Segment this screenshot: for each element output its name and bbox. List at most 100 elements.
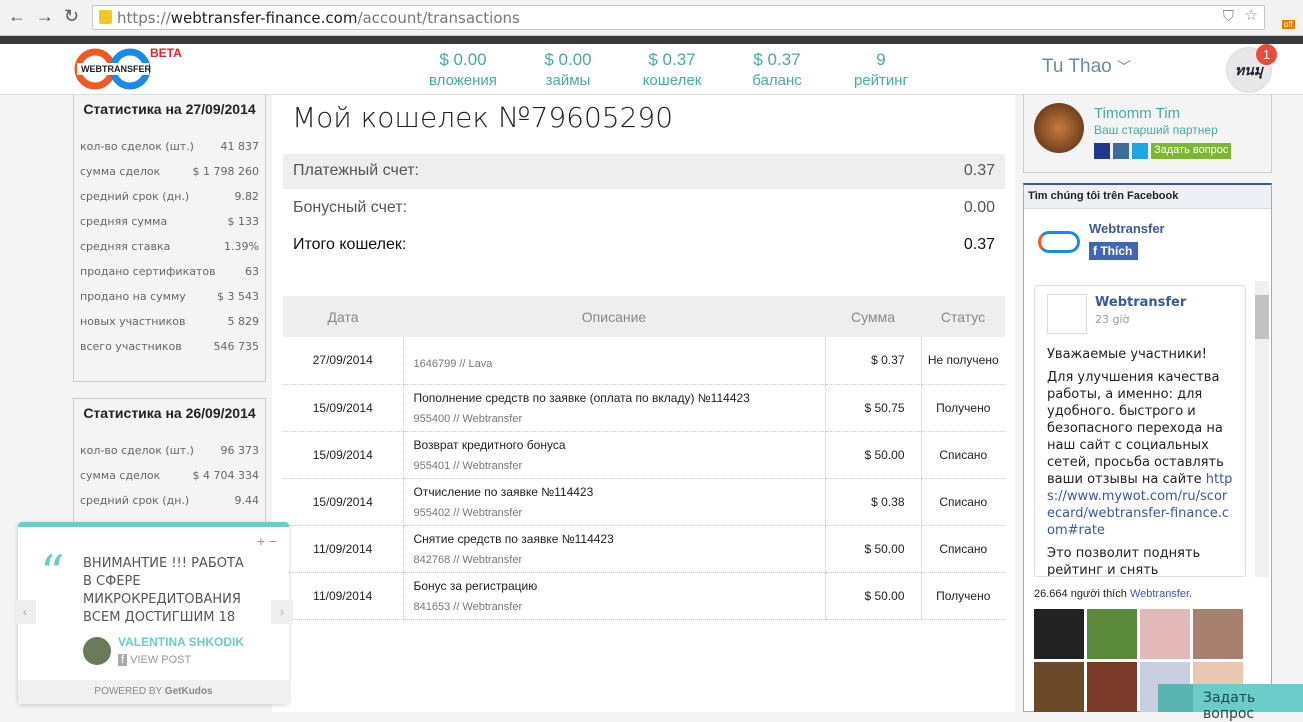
- account-label: Бонусный счет:: [293, 199, 408, 216]
- stat-value: 1.39%: [224, 240, 259, 253]
- stat-value: 546 735: [213, 340, 260, 353]
- user-menu[interactable]: Tu Thao ﹀: [1042, 56, 1131, 78]
- stat-value: $ 0.00: [544, 50, 592, 69]
- fan-avatar[interactable]: [1087, 662, 1137, 712]
- fan-avatar[interactable]: [1034, 662, 1084, 712]
- stat-value: $ 3 543: [217, 290, 259, 303]
- star-icon[interactable]: ☆: [1245, 6, 1258, 24]
- stat-rating[interactable]: 9 рейтинг: [850, 50, 912, 89]
- chevron-down-icon: ﹀: [1117, 59, 1131, 75]
- view-post-label: VIEW POST: [130, 654, 192, 666]
- fan-avatar[interactable]: [1034, 609, 1084, 659]
- partner-name[interactable]: Timomm Tim: [1094, 105, 1180, 122]
- page-logo[interactable]: [1038, 231, 1080, 253]
- row-date: 15/09/2014: [283, 384, 403, 432]
- col-date[interactable]: Дата: [283, 296, 403, 337]
- quote-icon: “: [40, 545, 65, 601]
- stat-label: сумма сделок: [80, 165, 161, 178]
- stat-wallet[interactable]: $ 0.37 кошелек: [637, 50, 707, 89]
- stat-value: 41 837: [220, 140, 260, 153]
- vk-icon[interactable]: [1113, 143, 1129, 159]
- col-status[interactable]: Статус: [921, 296, 1005, 337]
- stat-row: сумма сделок $ 4 704 334: [80, 469, 259, 494]
- next-button[interactable]: ›: [271, 600, 293, 624]
- chat-label: Задать вопрос: [1203, 690, 1256, 722]
- col-sum[interactable]: Сумма: [825, 296, 921, 337]
- stat-row: новых участников 5 829: [80, 315, 259, 340]
- account-label: Платежный счет:: [293, 162, 419, 179]
- stat-row: продано на сумму $ 3 543: [80, 290, 259, 315]
- stat-label: рейтинг: [853, 72, 909, 89]
- widget-resize-icon[interactable]: + −: [257, 533, 277, 549]
- stat-row: сумма сделок $ 1 798 260: [80, 165, 259, 190]
- powered-by[interactable]: POWERED BY GetKudos: [18, 680, 289, 704]
- stat-label: продано на сумму: [80, 290, 186, 303]
- webtransfer-logo[interactable]: WEBTRANSFER: [73, 48, 153, 90]
- address-bar[interactable]: https://webtransfer-finance.com/account/…: [92, 5, 1265, 30]
- stat-row: продано сертификатов 63: [80, 265, 259, 290]
- kudos-widget: + − “ ВНИМАНТИЕ !!! РАБОТА В СФЕРЕ МИКРО…: [14, 522, 293, 704]
- reload-icon[interactable]: ↻: [64, 6, 79, 27]
- back-icon[interactable]: ←: [8, 6, 26, 27]
- stat-label: вложения: [429, 72, 497, 89]
- likes-page-link[interactable]: Webtransfer: [1130, 588, 1189, 600]
- mail-icon[interactable]: [1094, 143, 1110, 159]
- stat-investments[interactable]: $ 0.00 вложения: [428, 50, 498, 89]
- row-status: Списано: [920, 431, 1005, 479]
- stat-loans[interactable]: $ 0.00 займы: [538, 50, 598, 89]
- chat-button[interactable]: Задать вопрос: [1158, 684, 1303, 722]
- fb-like-button[interactable]: f Thích: [1089, 242, 1139, 260]
- description-ref: 841653 // Webtransfer: [413, 600, 523, 613]
- stat-value: 63: [245, 265, 259, 278]
- user-name: Tu Thao: [1042, 56, 1112, 77]
- col-description[interactable]: Описание: [403, 296, 825, 337]
- quote-author[interactable]: VALENTINA SHKODIK: [118, 635, 244, 649]
- forward-icon[interactable]: →: [36, 6, 54, 27]
- extension-icon[interactable]: off: [1282, 20, 1295, 29]
- fan-avatar[interactable]: [1087, 609, 1137, 659]
- fan-avatar[interactable]: [1140, 609, 1190, 659]
- stat-value: $ 133: [227, 215, 260, 228]
- row-status: Получено: [920, 572, 1005, 620]
- scrollbar[interactable]: [1255, 281, 1269, 577]
- table-row: 15/09/2014 Пополнение средств по заявке …: [283, 384, 1005, 432]
- row-date: 27/09/2014: [283, 337, 403, 385]
- fb-page-name[interactable]: Webtransfer: [1089, 221, 1165, 236]
- partner-avatar[interactable]: [1034, 103, 1084, 153]
- facebook-icon: f: [118, 654, 128, 666]
- main-content: Мой кошелек №79605290 Платежный счет: 0.3…: [272, 95, 1015, 712]
- stat-value: 9.82: [234, 190, 260, 203]
- url-path: /account/transactions: [357, 9, 520, 27]
- row-status: Не получено: [920, 337, 1005, 385]
- account-value: 0.37: [963, 162, 995, 179]
- shield-icon[interactable]: ⛉: [1223, 7, 1234, 25]
- notification-badge[interactable]: 1: [1256, 44, 1277, 65]
- row-description: Пополнение средств по заявке (оплата по …: [402, 384, 825, 432]
- stat-label: кол-во сделок (шт.): [80, 140, 194, 153]
- stat-label: кошелек: [642, 72, 702, 89]
- page-title: Мой кошелек №79605290: [292, 101, 674, 134]
- stat-label: продано сертификатов: [80, 265, 216, 278]
- lock-icon: [99, 10, 112, 24]
- prev-button[interactable]: ‹: [14, 600, 36, 624]
- ask-question-button[interactable]: Задать вопрос: [1151, 143, 1232, 159]
- description-ref: 955400 // Webtransfer: [413, 412, 523, 425]
- row-description: Снятие средств по заявке №114423 842768 /…: [402, 525, 825, 573]
- view-post-link[interactable]: f VIEW POST: [118, 654, 191, 666]
- fan-avatar[interactable]: [1193, 609, 1243, 659]
- stat-balance[interactable]: $ 0.37 баланс: [745, 50, 809, 89]
- skype-icon[interactable]: [1132, 143, 1148, 159]
- likes-count: 26.664 người thích Webtransfer.: [1034, 588, 1192, 600]
- stats-title: Статистика на 27/09/2014: [83, 101, 256, 117]
- stat-label: средний срок (дн.): [80, 190, 190, 203]
- stat-row: средняя сумма $ 133: [80, 215, 259, 240]
- row-description: Бонус за регистрацию 841653 // Webtransfe…: [402, 572, 825, 620]
- post-text: Это позволит поднять рейтинг и снять бло…: [1047, 546, 1201, 577]
- stat-row: средний срок (дн.) 9.82: [80, 190, 259, 215]
- row-sum: $ 50.75: [824, 384, 921, 432]
- row-status: Списано: [920, 478, 1005, 526]
- top-bar: [0, 36, 1303, 44]
- logo-text: WEBTRANSFER: [81, 64, 151, 74]
- transactions-table: Дата Описание Сумма Статус 27/09/2014 16…: [283, 296, 1005, 620]
- table-row: 11/09/2014 Бонус за регистрацию 841653 //…: [283, 572, 1005, 620]
